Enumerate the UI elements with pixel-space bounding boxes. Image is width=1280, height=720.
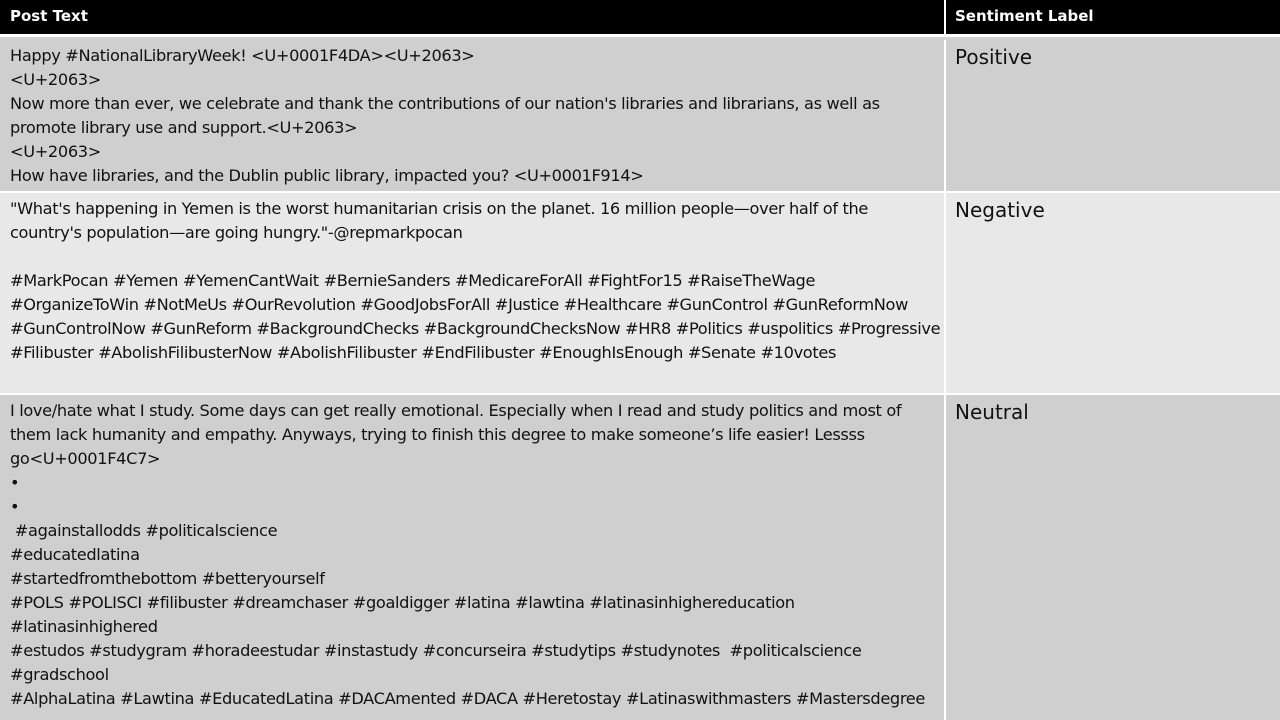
header-post-text: Post Text: [10, 7, 88, 25]
label-cell: Negative: [944, 193, 1280, 393]
post-cell: I love/hate what I study. Some days can …: [0, 395, 944, 720]
sentiment-label: Positive: [955, 45, 1033, 69]
table-header: Post Text Sentiment Label: [0, 0, 1280, 37]
label-cell: Positive: [944, 40, 1280, 191]
label-cell: Neutral: [944, 395, 1280, 720]
sentiment-label: Neutral: [955, 400, 1029, 424]
sentiment-label: Negative: [955, 198, 1045, 222]
table-row: "What's happening in Yemen is the worst …: [0, 193, 1280, 393]
post-text: I love/hate what I study. Some days can …: [10, 401, 926, 708]
table-row: Happy #NationalLibraryWeek! <U+0001F4DA>…: [0, 40, 1280, 191]
post-cell: "What's happening in Yemen is the worst …: [0, 193, 944, 393]
post-text: Happy #NationalLibraryWeek! <U+0001F4DA>…: [10, 46, 880, 185]
table-row: I love/hate what I study. Some days can …: [0, 395, 1280, 720]
post-cell: Happy #NationalLibraryWeek! <U+0001F4DA>…: [0, 40, 944, 191]
post-text: "What's happening in Yemen is the worst …: [10, 199, 941, 362]
sentiment-table: Post Text Sentiment Label Happy #Nationa…: [0, 0, 1280, 720]
header-sentiment-label: Sentiment Label: [944, 0, 1280, 34]
